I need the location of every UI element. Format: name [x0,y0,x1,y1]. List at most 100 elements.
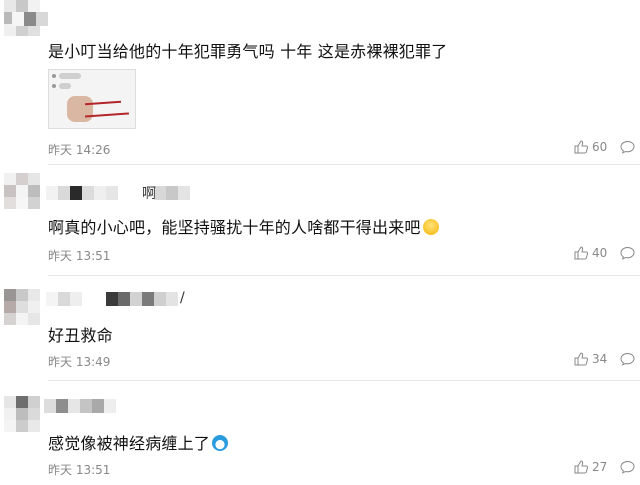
username-pixel [46,186,58,200]
username-pixel [82,186,94,200]
avatar-pixel [28,185,40,197]
like-button[interactable]: 40 [574,246,607,260]
chat-bubble [59,83,71,89]
username-pixel [106,186,118,200]
reply-button[interactable] [620,460,635,474]
username-pixel [58,186,70,200]
comment-text: 啊真的小心吧，能坚持骚扰十年的人啥都干得出来吧 [48,214,439,238]
comment-text: 好丑救命 [48,326,113,345]
username-pixelated[interactable] [46,292,178,306]
username-pixel [104,399,116,413]
like-count: 34 [592,352,608,366]
username-pixel [92,399,104,413]
avatar-pixel [16,289,28,301]
username-pixel [154,292,166,306]
avatar-pixel [4,173,16,185]
comment-time: 昨天 14:26 [48,143,111,157]
avatar[interactable] [4,173,42,211]
avatar[interactable] [4,396,42,434]
username-pixel [142,292,154,306]
comment-item: 是小叮当给他的十年犯罪勇气吗 十年 这是赤裸裸犯罪了 昨天 14:26 60 [0,0,640,165]
smile-emoji [422,219,439,235]
avatar-pixel [28,313,40,325]
avatar-pixel [28,396,40,408]
like-button[interactable]: 34 [574,352,607,366]
thumbs-up-icon [574,460,588,474]
chat-avatar-dot [52,74,56,78]
username-pixel [166,186,178,200]
avatar-pixel [4,420,16,432]
username-pixel [178,186,190,200]
comment-bubble-icon [620,140,635,154]
avatar-pixel [16,173,28,185]
avatar-pixel [16,197,28,209]
comment-item: / 好丑救命 昨天 13:49 34 [0,275,640,381]
avatar-pixel [28,197,40,209]
comment-bubble-icon [620,460,635,474]
avatar-pixel [4,396,16,408]
avatar-pixel [28,408,40,420]
comment-text: 感觉像被神经病缠上了 [48,430,229,454]
avatar-pixel [4,185,16,197]
avatar-pixel [16,185,28,197]
reply-button[interactable] [620,246,635,260]
username-pixelated[interactable] [12,12,48,26]
username-pixelated[interactable] [46,186,190,200]
username-pixel [36,12,48,26]
username-pixel [130,292,142,306]
like-button[interactable]: 27 [574,460,607,474]
reply-button[interactable] [620,352,635,366]
avatar-pixel [28,173,40,185]
avatar-pixel [4,289,16,301]
thumbs-up-icon [574,140,588,154]
photo-hand [67,96,93,122]
username-pixel [58,292,70,306]
comment-text-content: 啊真的小心吧，能坚持骚扰十年的人啥都干得出来吧 [48,218,421,237]
thumbs-up-icon [574,352,588,366]
username-pixel [94,186,106,200]
username-pixel [106,292,118,306]
like-count: 27 [592,460,608,474]
username-pixel [44,399,56,413]
username-pixel [82,292,94,306]
comment-bubble-icon [620,246,635,260]
avatar-pixel [4,313,16,325]
avatar-pixel [4,301,16,313]
avatar-pixel [16,313,28,325]
username-tail[interactable]: / [180,290,185,306]
username-pixel [94,292,106,306]
thumbs-up-icon [574,246,588,260]
avatar[interactable] [4,289,42,327]
comment-image-thumbnail[interactable] [48,69,136,129]
username-tail[interactable]: 啊 [142,183,156,203]
username-pixel [70,292,82,306]
username-pixel [118,292,130,306]
chat-bubble [59,73,81,79]
avatar-pixel [16,396,28,408]
reply-button[interactable] [620,140,635,154]
comment-text: 是小叮当给他的十年犯罪勇气吗 十年 这是赤裸裸犯罪了 [48,42,448,61]
avatar-pixel [4,408,16,420]
avatar-pixel [4,0,16,12]
avatar-pixel [4,197,16,209]
avatar-pixel [28,420,40,432]
username-pixel [80,399,92,413]
like-button[interactable]: 60 [574,140,607,154]
like-count: 40 [592,246,608,260]
comment-text-content: 感觉像被神经病缠上了 [48,434,211,453]
username-pixelated[interactable] [44,399,116,413]
username-pixel [118,186,130,200]
comment-time: 昨天 13:51 [48,249,111,263]
chat-avatar-dot [52,84,56,88]
comment-item: 感觉像被神经病缠上了 昨天 13:51 27 [0,380,640,485]
avatar-pixel [28,289,40,301]
username-pixel [24,12,36,26]
avatar-pixel [16,0,28,12]
avatar-pixel [28,0,40,12]
username-pixel [166,292,178,306]
comment-item: 啊 啊真的小心吧，能坚持骚扰十年的人啥都干得出来吧 昨天 13:51 40 [0,165,640,276]
comment-bubble-icon [620,352,635,366]
username-pixel [12,12,24,26]
username-pixel [70,186,82,200]
username-pixel [56,399,68,413]
